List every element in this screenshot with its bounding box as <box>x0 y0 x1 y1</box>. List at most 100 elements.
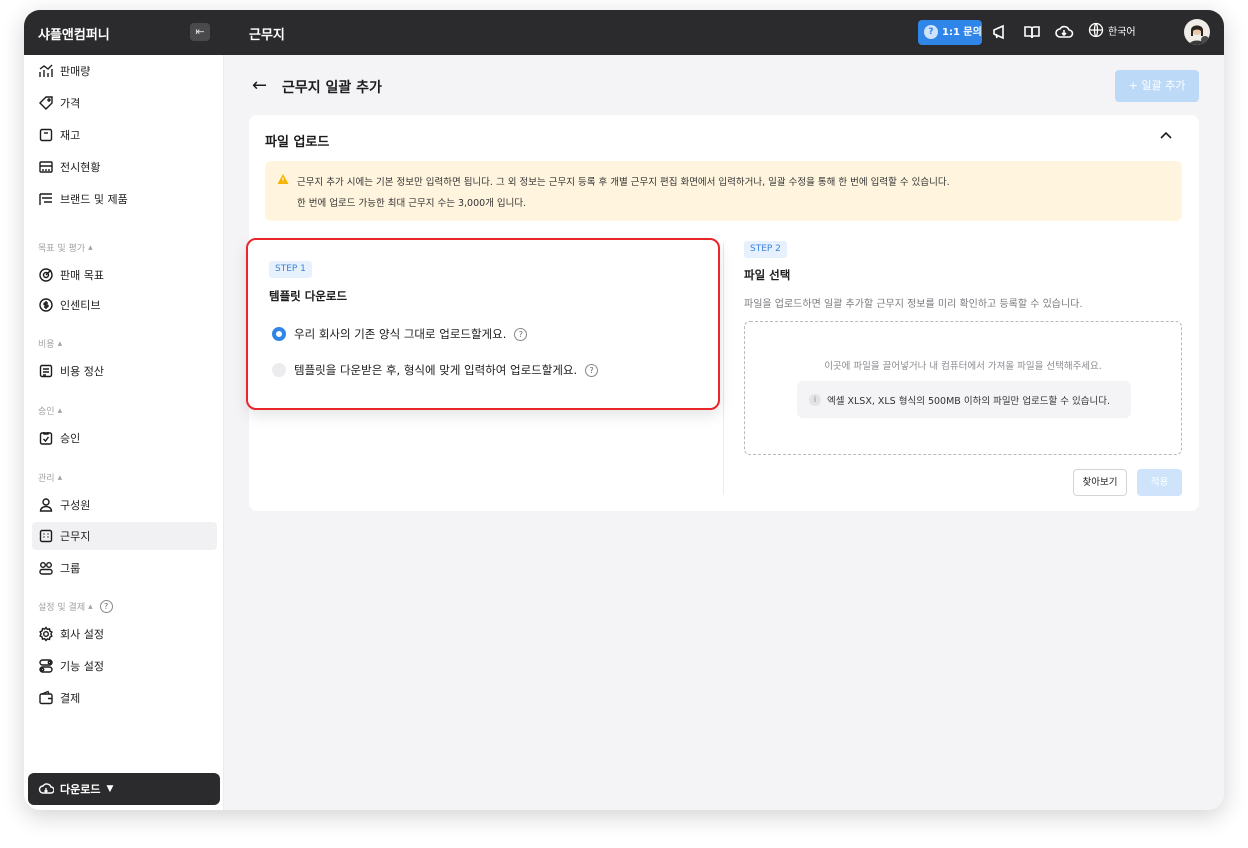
radio-selected[interactable] <box>272 327 286 341</box>
sidebar-item-brands[interactable]: 브랜드 및 제품 <box>32 185 217 213</box>
section-label: 목표 및 평가 <box>38 244 86 254</box>
section-label: 설정 및 결제 <box>38 603 86 613</box>
sidebar-item-expense[interactable]: 비용 정산 <box>32 357 217 385</box>
language-label: 한국어 <box>1108 26 1136 38</box>
step1-template-download: STEP 1 템플릿 다운로드 우리 회사의 기존 양식 그대로 업로드할게요.… <box>246 238 720 410</box>
file-format-info: i 엑셀 XLSX, XLS 형식의 500MB 이하의 파일만 업로드할 수 … <box>797 381 1131 418</box>
radio-unselected[interactable] <box>272 363 286 377</box>
step2-title: 파일 선택 <box>744 268 791 282</box>
toggle-icon <box>39 659 53 673</box>
sidebar-item-label: 인센티브 <box>60 299 101 312</box>
step2-description: 파일을 업로드하면 일괄 추가할 근무지 정보를 미리 확인하고 등록할 수 있… <box>744 299 1083 310</box>
help-icon[interactable]: ? <box>99 600 113 613</box>
back-arrow-icon[interactable]: ← <box>252 75 267 96</box>
section-cost[interactable]: 비용 ▴ <box>38 337 63 351</box>
column-divider <box>723 243 724 495</box>
workplace-icon <box>39 529 53 543</box>
sidebar: 판매량 가격 재고 전시현황 브랜드 및 제품 목표 및 평가 ▴ 판매 목표 인… <box>24 55 224 810</box>
sidebar-item-sales-goal[interactable]: 판매 목표 <box>32 261 217 289</box>
sidebar-item-display-status[interactable]: 전시현황 <box>32 153 217 181</box>
sidebar-item-sales[interactable]: 판매량 <box>32 57 217 85</box>
section-label: 비용 <box>38 340 55 350</box>
notice-banner: 근무지 추가 시에는 기본 정보만 입력하면 됩니다. 그 외 정보는 근무지 … <box>265 161 1182 221</box>
user-avatar[interactable] <box>1184 19 1210 45</box>
receipt-icon <box>39 364 53 378</box>
bulk-add-button[interactable]: + 일괄 추가 <box>1115 70 1199 102</box>
sidebar-item-label: 결제 <box>60 692 81 705</box>
download-button[interactable]: 다운로드 ▼ <box>28 773 220 805</box>
sidebar-item-company-settings[interactable]: 회사 설정 <box>32 620 217 648</box>
brand-list-icon <box>39 193 52 205</box>
sidebar-item-label: 근무지 <box>60 530 91 543</box>
caret-up-icon: ▴ <box>88 242 93 253</box>
warning-icon <box>277 174 289 184</box>
card-title: 파일 업로드 <box>265 135 330 150</box>
section-settings[interactable]: 설정 및 결제 ▴? <box>38 600 113 613</box>
inquiry-button[interactable]: ? 1:1 문의 <box>918 20 982 45</box>
help-icon[interactable]: ? <box>514 327 528 341</box>
price-tag-icon <box>39 96 53 110</box>
sidebar-item-inventory[interactable]: 재고 <box>32 121 217 149</box>
file-dropzone[interactable]: 이곳에 파일을 끌어넣거나 내 컴퓨터에서 가져올 파일을 선택해주세요. i … <box>744 321 1182 455</box>
option-existing-format[interactable]: 우리 회사의 기존 양식 그대로 업로드할게요. ? <box>272 326 528 342</box>
cloud-download-icon <box>38 783 54 794</box>
sidebar-item-workplace[interactable]: 근무지 <box>32 522 217 550</box>
section-label: 관리 <box>38 474 55 484</box>
file-format-text: 엑셀 XLSX, XLS 형식의 500MB 이하의 파일만 업로드할 수 있습… <box>827 395 1111 407</box>
cloud-download-icon[interactable] <box>1054 22 1074 42</box>
help-icon[interactable]: ? <box>585 363 599 377</box>
caret-up-icon: ▴ <box>88 601 93 612</box>
chevron-up-icon[interactable] <box>1159 129 1173 147</box>
person-icon <box>39 498 53 512</box>
option-template-format[interactable]: 템플릿을 다운받은 후, 형식에 맞게 입력하여 업로드할게요. ? <box>272 362 599 378</box>
sidebar-item-feature-settings[interactable]: 기능 설정 <box>32 652 217 680</box>
language-selector[interactable]: 한국어 <box>1088 22 1136 38</box>
sidebar-item-label: 구성원 <box>60 499 91 512</box>
sidebar-item-label: 기능 설정 <box>60 660 104 673</box>
browse-button[interactable]: 찾아보기 <box>1073 469 1127 496</box>
sidebar-item-label: 그룹 <box>60 562 81 575</box>
sidebar-item-members[interactable]: 구성원 <box>32 491 217 519</box>
globe-icon <box>1088 22 1104 38</box>
apply-button[interactable]: 적용 <box>1137 469 1182 496</box>
option-label: 우리 회사의 기존 양식 그대로 업로드할게요. <box>294 327 507 341</box>
caret-up-icon: ▴ <box>57 405 63 416</box>
app-window: 샤플앤컴퍼니 ⇤ 근무지 ? 1:1 문의 한국어 판매량 가격 재고 전시현황… <box>24 10 1224 810</box>
book-icon[interactable] <box>1022 22 1042 42</box>
dropzone-text: 이곳에 파일을 끌어넣거나 내 컴퓨터에서 가져올 파일을 선택해주세요. <box>824 361 1102 372</box>
plus-icon: + <box>1128 79 1138 92</box>
sidebar-item-price[interactable]: 가격 <box>32 89 217 117</box>
target-icon <box>39 268 53 282</box>
sidebar-item-label: 판매량 <box>60 65 91 78</box>
section-label: 승인 <box>38 407 55 417</box>
caret-up-icon: ▴ <box>57 472 63 483</box>
bulk-add-label: 일괄 추가 <box>1141 79 1186 92</box>
caret-down-icon: ▼ <box>106 784 114 794</box>
sidebar-item-incentive[interactable]: 인센티브 <box>32 291 217 319</box>
approval-icon <box>39 432 53 445</box>
sales-chart-icon <box>39 64 53 77</box>
section-manage[interactable]: 관리 ▴ <box>38 471 63 485</box>
step2-tag: STEP 2 <box>744 241 787 258</box>
sidebar-item-label: 가격 <box>60 97 81 110</box>
section-goals[interactable]: 목표 및 평가 ▴ <box>38 241 93 255</box>
notice-line-2: 한 번에 업로드 가능한 최대 근무지 수는 3,000개 입니다. <box>297 198 527 209</box>
section-approval[interactable]: 승인 ▴ <box>38 404 63 418</box>
page-title: 근무지 일괄 추가 <box>282 80 382 96</box>
display-status-icon <box>39 161 53 173</box>
option-label: 템플릿을 다운받은 후, 형식에 맞게 입력하여 업로드할게요. <box>294 363 578 377</box>
caret-up-icon: ▴ <box>57 338 63 349</box>
sidebar-item-group[interactable]: 그룹 <box>32 554 217 582</box>
sidebar-item-approval[interactable]: 승인 <box>32 424 217 452</box>
info-icon: i <box>809 393 821 406</box>
megaphone-icon[interactable] <box>990 22 1010 42</box>
company-name[interactable]: 샤플앤컴퍼니 <box>38 24 110 43</box>
sidebar-item-label: 판매 목표 <box>60 269 104 282</box>
current-page-name: 근무지 <box>249 28 285 43</box>
main-content: ← 근무지 일괄 추가 + 일괄 추가 파일 업로드 근무지 추가 시에는 기본… <box>224 55 1224 810</box>
download-label: 다운로드 <box>60 783 101 796</box>
sidebar-item-label: 전시현황 <box>60 161 101 174</box>
sidebar-item-billing[interactable]: 결제 <box>32 684 217 712</box>
collapse-sidebar-icon[interactable]: ⇤ <box>190 23 210 41</box>
sidebar-item-label: 비용 정산 <box>60 365 104 378</box>
